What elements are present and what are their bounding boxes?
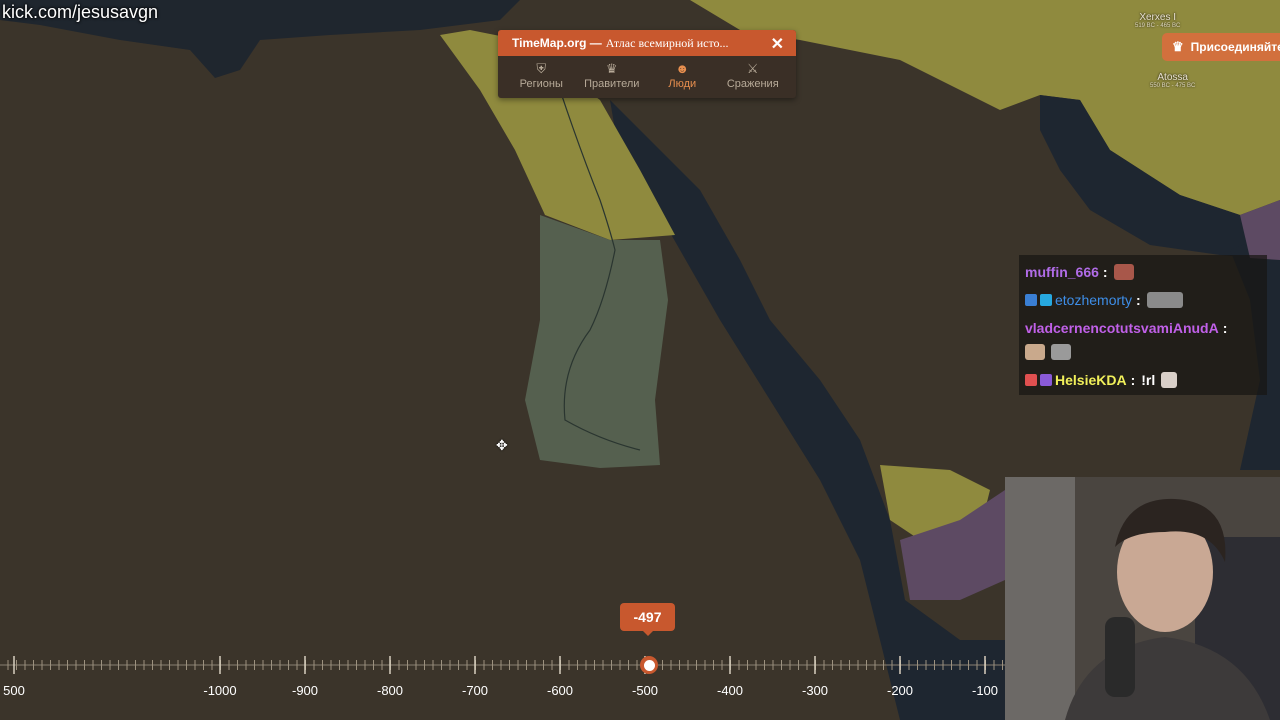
chat-message: vladcernencotutsvamiAnudA : (1025, 320, 1227, 336)
chat-separator: : (1102, 264, 1108, 280)
tab-battles[interactable]: ⚔ Сражения (721, 60, 785, 90)
current-year-badge: -497 (620, 603, 675, 636)
timeline-tick-label: -600 (546, 683, 574, 698)
crown-icon: ♛ (1172, 39, 1184, 54)
nubia-region (525, 215, 668, 468)
tab-regions[interactable]: ⛨ Регионы (509, 60, 573, 90)
shield-icon: ⛨ (536, 61, 547, 76)
panel-header: TimeMap.org — Атлас всемирной исто... ✕ (498, 30, 796, 56)
timeline-tick-label: -300 (801, 683, 829, 698)
timeline-tick-label: -400 (716, 683, 744, 698)
timeline-tick-label: -700 (461, 683, 489, 698)
badge-icon (1025, 374, 1037, 386)
timemap-panel: TimeMap.org — Атлас всемирной исто... ✕ … (498, 30, 796, 98)
timeline-tick-label: -1000 (203, 683, 237, 698)
timeline-ruler[interactable] (0, 650, 1005, 720)
badge-icon (1025, 294, 1037, 306)
chat-separator: : (1136, 292, 1141, 308)
timeline-tick-label: -900 (291, 683, 319, 698)
tab-label: Регионы (519, 78, 563, 90)
stream-chat: muffin_666 : etozhemorty : vladcernencot… (1019, 255, 1267, 395)
chat-text: !rl (1141, 372, 1156, 388)
chat-username: HelsieKDA (1055, 372, 1127, 388)
badge-icon (1040, 294, 1052, 306)
streamer-image (1005, 477, 1280, 720)
channel-watermark: kick.com/jesusavgn (2, 2, 159, 22)
chat-separator: : (1222, 320, 1228, 336)
tab-rulers[interactable]: ♛ Правители (580, 60, 644, 90)
ruler-name: Xerxes I (1139, 12, 1177, 23)
move-cursor-icon: ✥ (496, 437, 508, 453)
crown-icon: ♛ (605, 61, 618, 76)
emote-icon (1146, 292, 1183, 308)
chat-username: muffin_666 (1025, 264, 1099, 280)
person-dates: 550 BC - 475 BC (1150, 83, 1196, 89)
chat-message: etozhemorty : (1025, 292, 1183, 308)
tab-people[interactable]: ☻ Люди (650, 60, 714, 90)
timeline-tick-label: -100 (971, 683, 999, 698)
chat-message: HelsieKDA : !rl (1025, 372, 1178, 388)
webcam-feed (1005, 477, 1280, 720)
badge-icon (1040, 374, 1052, 386)
person-name: Atossa (1157, 72, 1188, 83)
panel-tabs: ⛨ Регионы ♛ Правители ☻ Люди ⚔ Сражения (498, 56, 796, 90)
tab-label: Люди (668, 78, 697, 90)
tab-label: Сражения (726, 78, 779, 90)
emote-icon (1113, 264, 1134, 280)
join-button[interactable]: ♛ Присоединяйтесь (1162, 33, 1280, 61)
tab-label: Правители (584, 78, 640, 90)
timeline-tick-label: 500 (3, 683, 25, 698)
timeline-tick-label: -500 (631, 683, 659, 698)
people-icon: ☻ (675, 61, 690, 76)
panel-title: Атлас всемирной исто... (605, 35, 729, 50)
emote-icon (1025, 344, 1045, 360)
close-icon[interactable]: ✕ (771, 34, 784, 54)
timeline-tick-label: -200 (886, 683, 914, 698)
emote-icon (1161, 372, 1178, 388)
chat-separator: : (1130, 372, 1136, 388)
emote-icon (1051, 344, 1071, 360)
panel-brand: TimeMap.org — (512, 36, 602, 50)
chat-emotes (1025, 344, 1071, 360)
join-label: Присоединяйтесь (1190, 40, 1280, 54)
chat-message: muffin_666 : (1025, 264, 1134, 280)
timeline-slider-handle[interactable] (640, 656, 658, 674)
swords-icon: ⚔ (746, 61, 759, 76)
timeline-tick-label: -800 (376, 683, 404, 698)
chat-username: vladcernencotutsvamiAnudA (1025, 320, 1219, 336)
ruler-dates: 519 BC - 465 BC (1135, 23, 1181, 29)
chat-username: etozhemorty (1055, 292, 1133, 308)
ruler-label-xerxes[interactable]: Xerxes I 519 BC - 465 BC (1135, 12, 1180, 30)
person-label-atossa[interactable]: Atossa 550 BC - 475 BC (1150, 72, 1195, 90)
